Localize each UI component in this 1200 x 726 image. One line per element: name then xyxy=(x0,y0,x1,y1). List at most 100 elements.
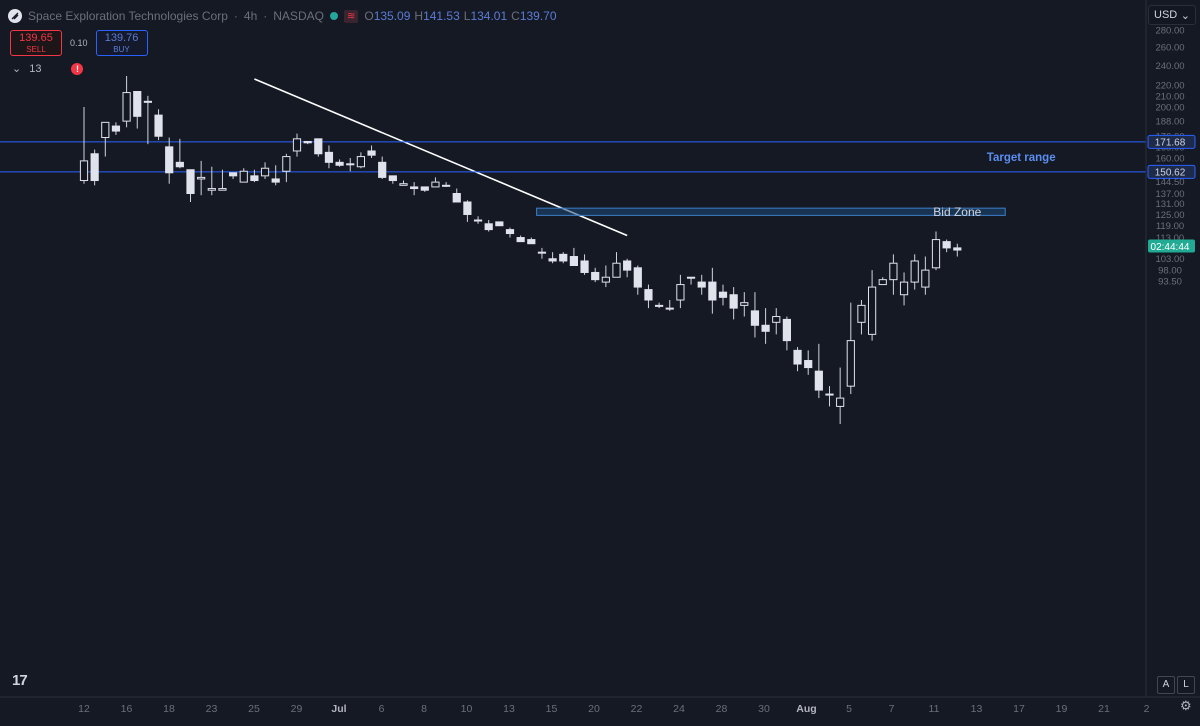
x-tick-label: 17 xyxy=(1013,703,1025,715)
warning-icon[interactable]: ! xyxy=(71,62,84,75)
y-tick-label: 240.00 xyxy=(1155,61,1184,72)
candle-body-up xyxy=(612,262,621,278)
candle-body-up xyxy=(282,156,291,172)
sell-button[interactable]: 139.65 SELL xyxy=(10,30,62,56)
y-tick-label: 210.00 xyxy=(1155,91,1184,102)
candle-body-down xyxy=(516,237,525,243)
candle-body-up xyxy=(686,276,696,279)
candle-body-up xyxy=(207,188,216,191)
currency-select[interactable]: USD ⌄ xyxy=(1148,5,1196,25)
x-tick-label: Jul xyxy=(331,703,346,715)
x-tick-label: 11 xyxy=(929,703,940,715)
x-tick-label: 13 xyxy=(971,703,983,715)
candle-body-down xyxy=(175,161,184,168)
low-value: 134.01 xyxy=(470,9,508,23)
candle-body-down xyxy=(697,281,706,288)
chart-area[interactable]: Bid ZoneTarget range93.5098.00103.00108.… xyxy=(0,0,1200,721)
x-tick-label: 23 xyxy=(206,703,218,715)
candle-body-down xyxy=(505,229,515,235)
candle-body-down xyxy=(495,221,504,227)
x-tick-label: 16 xyxy=(121,703,133,715)
countdown-label: 02:44:44 xyxy=(1151,242,1190,253)
candle-body-down xyxy=(708,281,717,301)
x-tick-label: Aug xyxy=(796,703,816,715)
x-tick-label: 2 xyxy=(1144,703,1150,715)
candle-body-up xyxy=(239,170,248,183)
x-tick-label: 18 xyxy=(163,703,175,715)
candle-body-down xyxy=(782,318,791,342)
bid-zone-label: Bid Zone xyxy=(933,205,981,219)
x-tick-label: 5 xyxy=(846,703,852,715)
y-tick-label: 280.00 xyxy=(1155,26,1184,37)
candle-body-up xyxy=(537,251,547,254)
interval-label[interactable]: 4h xyxy=(244,9,257,23)
candle-body-up xyxy=(857,304,866,323)
candle xyxy=(495,221,504,227)
candle-body-down xyxy=(942,241,951,249)
chevron-down-icon: ⌄ xyxy=(1180,9,1190,22)
sell-label: SELL xyxy=(26,45,46,54)
candle-body-up xyxy=(889,262,898,281)
target-range-label: Target range xyxy=(987,152,1056,164)
candle-body-down xyxy=(633,267,642,288)
candle-body-down xyxy=(303,140,312,144)
log-scale-button[interactable]: L xyxy=(1177,676,1195,694)
x-tick-label: 8 xyxy=(421,703,427,715)
candle-body-down xyxy=(750,310,760,326)
x-tick-label: 21 xyxy=(1098,703,1110,715)
candle-body-up xyxy=(431,181,440,188)
candle xyxy=(314,138,323,157)
candle-body-up xyxy=(910,260,919,283)
candle-body-up xyxy=(218,188,227,191)
indicators-toggle[interactable]: ⌄ 13 ! xyxy=(12,62,84,75)
candle-body-up xyxy=(101,121,110,139)
x-tick-label: 24 xyxy=(673,703,685,715)
candle xyxy=(90,149,99,186)
y-tick-label: 137.00 xyxy=(1155,189,1184,200)
auto-scale-button[interactable]: A xyxy=(1157,676,1175,694)
exchange-label: NASDAQ xyxy=(273,9,324,23)
price-level-badge-label: 150.62 xyxy=(1155,168,1186,179)
candle-body-up xyxy=(143,100,153,103)
plot-background xyxy=(0,0,1146,697)
x-tick-label: 10 xyxy=(461,703,473,715)
candle-body-down xyxy=(548,258,557,262)
close-label: C xyxy=(511,9,520,23)
y-tick-label: 103.00 xyxy=(1155,254,1184,265)
price-chart[interactable]: Bid ZoneTarget range93.5098.00103.00108.… xyxy=(0,0,1200,721)
candle-body-up xyxy=(740,302,749,306)
header-separator: · xyxy=(233,9,238,23)
chevron-down-icon[interactable]: ⌄ xyxy=(12,62,21,75)
candle-body-down xyxy=(718,291,728,298)
tradingview-logo-icon[interactable]: 17 xyxy=(12,672,28,689)
x-tick-label: 20 xyxy=(588,703,600,715)
spread-value: 0.10 xyxy=(70,38,88,48)
candle-body-down xyxy=(165,146,174,174)
candle-body-up xyxy=(878,279,887,286)
symbol-header: Space Exploration Technologies Corp · 4h… xyxy=(8,6,561,26)
x-tick-label: 7 xyxy=(889,703,895,715)
gear-icon[interactable]: ⚙ xyxy=(1180,698,1192,714)
candle-body-down xyxy=(133,91,142,117)
candle-body-up xyxy=(356,156,365,168)
candle-body-up xyxy=(868,286,877,335)
candle-body-up xyxy=(473,219,483,222)
candle-body-down xyxy=(314,138,323,155)
candle-body-down xyxy=(186,169,195,195)
candle-body-up xyxy=(676,284,685,301)
candle-body-down xyxy=(644,289,653,301)
ohlc-values: O135.09 H141.53 L134.01 C139.70 xyxy=(364,9,560,23)
symbol-name[interactable]: Space Exploration Technologies Corp xyxy=(28,9,228,23)
sell-price: 139.65 xyxy=(19,32,53,44)
x-tick-label: 28 xyxy=(716,703,728,715)
candle-body-up xyxy=(399,183,408,186)
y-tick-label: 220.00 xyxy=(1155,81,1184,92)
candle-body-down xyxy=(388,175,397,182)
x-tick-label: 29 xyxy=(291,703,303,715)
y-tick-label: 119.00 xyxy=(1156,221,1184,232)
price-level-badge-label: 171.68 xyxy=(1155,138,1186,149)
buy-button[interactable]: 139.76 BUY xyxy=(95,30,148,56)
candle-body-down xyxy=(729,294,738,309)
candle-body-up xyxy=(79,160,89,182)
trade-panel: 139.65 SELL 0.10 139.76 BUY xyxy=(10,30,148,56)
